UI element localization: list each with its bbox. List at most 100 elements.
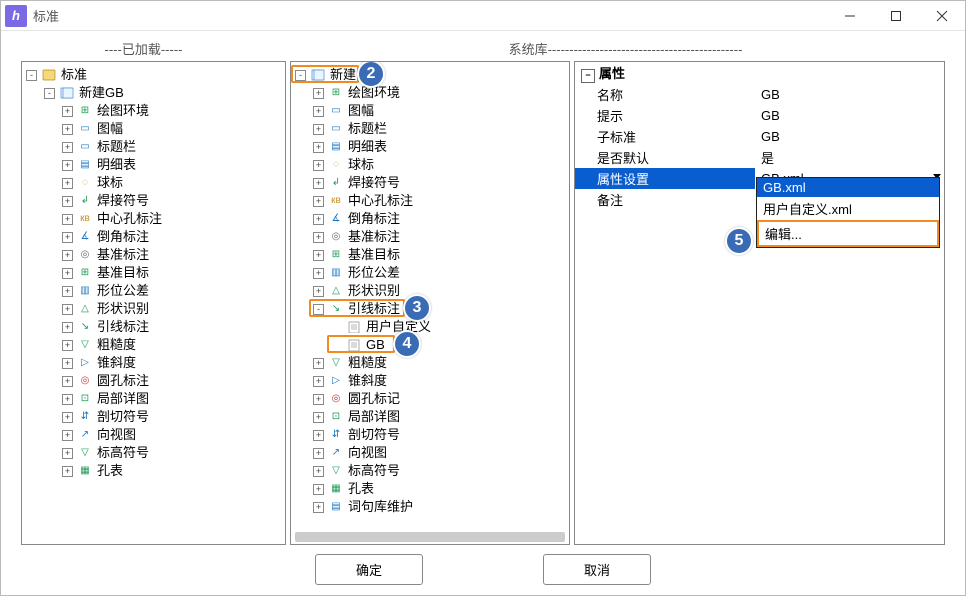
expand-icon[interactable]: + [313,358,324,369]
expand-icon[interactable]: + [62,214,73,225]
prop-row[interactable]: 提示GB [575,105,944,126]
tree-item[interactable]: +▥形位公差 [24,282,283,300]
expand-icon[interactable]: + [62,412,73,423]
expand-icon[interactable]: + [62,322,73,333]
tree-item[interactable]: +↗向视图 [293,444,567,462]
tree-item[interactable]: +∡倒角标注 [293,210,567,228]
expand-icon[interactable]: + [313,160,324,171]
tree-item[interactable]: +↗向视图 [24,426,283,444]
expand-icon[interactable]: + [62,304,73,315]
tree-item[interactable]: +▷锥斜度 [293,372,567,390]
expand-icon[interactable]: + [313,286,324,297]
tree-item[interactable]: 用户自定义 [293,318,567,336]
expand-icon[interactable]: - [295,70,306,81]
expand-icon[interactable]: + [313,430,324,441]
tree-item[interactable]: +▦孔表 [24,462,283,480]
tree-syslib[interactable]: -新建2+⊞绘图环境+▭图幅+▭标题栏+▤明细表+◌球标+↲焊接符号+кв中心孔… [291,62,569,520]
expand-icon[interactable]: + [313,394,324,405]
expand-icon[interactable]: + [313,232,324,243]
tree-item[interactable]: +↲焊接符号 [293,174,567,192]
expand-icon[interactable]: + [62,178,73,189]
expand-icon[interactable]: + [313,466,324,477]
expand-icon[interactable]: + [62,358,73,369]
tree-item[interactable]: +▭图幅 [24,120,283,138]
tree-item[interactable]: +кв中心孔标注 [24,210,283,228]
expand-icon[interactable]: + [62,196,73,207]
expand-icon[interactable]: + [313,412,324,423]
prop-row[interactable]: 子标准GB [575,126,944,147]
tree-item[interactable]: +⊞基准目标 [24,264,283,282]
expand-icon[interactable]: + [313,250,324,261]
tree-item[interactable]: +кв中心孔标注 [293,192,567,210]
tree-item[interactable]: +▽粗糙度 [24,336,283,354]
tree-item[interactable]: +↘引线标注 [24,318,283,336]
ok-button[interactable]: 确定 [315,554,423,585]
expand-icon[interactable]: + [313,376,324,387]
expand-icon[interactable]: + [313,502,324,513]
expand-icon[interactable]: + [313,214,324,225]
tree-item[interactable]: +⊞基准目标 [293,246,567,264]
expand-icon[interactable]: + [62,250,73,261]
tree-item[interactable]: +◎基准标注 [293,228,567,246]
expand-icon[interactable]: + [62,448,73,459]
tree-item[interactable]: -新建GB [24,84,283,102]
expand-icon[interactable]: + [313,484,324,495]
prop-value[interactable]: GB [755,105,944,126]
tree-item[interactable]: +◎圆孔标注 [24,372,283,390]
tree-item[interactable]: -↘引线标注3 [293,300,567,318]
dropdown-list[interactable]: GB.xml用户自定义.xml编辑... [756,177,940,248]
tree-item[interactable]: +▦孔表 [293,480,567,498]
expand-icon[interactable]: + [62,268,73,279]
tree-item[interactable]: +▭图幅 [293,102,567,120]
tree-item[interactable]: +⊡局部详图 [24,390,283,408]
tree-item[interactable]: +∡倒角标注 [24,228,283,246]
tree-item[interactable]: +◎圆孔标记 [293,390,567,408]
expand-icon[interactable]: - [313,304,324,315]
dropdown-item[interactable]: GB.xml [757,178,939,197]
expand-icon[interactable]: + [313,142,324,153]
expand-icon[interactable]: + [62,124,73,135]
expand-icon[interactable]: + [313,124,324,135]
prop-row[interactable]: 是否默认是 [575,147,944,168]
tree-item[interactable]: +⊡局部详图 [293,408,567,426]
expand-icon[interactable]: + [62,340,73,351]
tree-item[interactable]: +◌球标 [293,156,567,174]
tree-item[interactable]: GB4 [293,336,567,354]
expand-icon[interactable]: + [62,286,73,297]
tree-item[interactable]: +⊞绘图环境 [24,102,283,120]
tree-item[interactable]: +▭标题栏 [24,138,283,156]
tree-item[interactable]: +⇵剖切符号 [293,426,567,444]
tree-item[interactable]: +▽标高符号 [24,444,283,462]
expand-icon[interactable]: + [62,142,73,153]
tree-item[interactable]: +▽粗糙度 [293,354,567,372]
expand-icon[interactable]: + [313,178,324,189]
dropdown-item[interactable]: 用户自定义.xml [757,197,939,220]
expand-icon[interactable]: - [44,88,55,99]
scrollbar[interactable] [295,532,565,542]
expand-icon[interactable]: + [62,394,73,405]
cancel-button[interactable]: 取消 [543,554,651,585]
expand-icon[interactable]: + [62,232,73,243]
expand-icon[interactable]: + [313,106,324,117]
tree-item[interactable]: +▤明细表 [24,156,283,174]
tree-item[interactable]: +▭标题栏 [293,120,567,138]
minimize-button[interactable] [827,1,873,31]
tree-item[interactable]: +↲焊接符号 [24,192,283,210]
close-button[interactable] [919,1,965,31]
expand-icon[interactable]: + [313,268,324,279]
maximize-button[interactable] [873,1,919,31]
tree-item[interactable]: +▥形位公差 [293,264,567,282]
expand-icon[interactable]: + [313,196,324,207]
tree-loaded[interactable]: -标准-新建GB+⊞绘图环境+▭图幅+▭标题栏+▤明细表+◌球标+↲焊接符号+к… [22,62,285,484]
collapse-icon[interactable]: − [581,69,595,83]
tree-item[interactable]: +▤词句库维护 [293,498,567,516]
prop-value[interactable]: 是 [755,147,944,168]
tree-item[interactable]: -标准 [24,66,283,84]
tree-item[interactable]: +⊞绘图环境 [293,84,567,102]
expand-icon[interactable]: + [62,376,73,387]
tree-item[interactable]: +▤明细表 [293,138,567,156]
tree-item[interactable]: +◌球标 [24,174,283,192]
tree-item[interactable]: -新建2 [293,66,567,84]
tree-item[interactable]: +▽标高符号 [293,462,567,480]
prop-value[interactable]: GB [755,84,944,105]
